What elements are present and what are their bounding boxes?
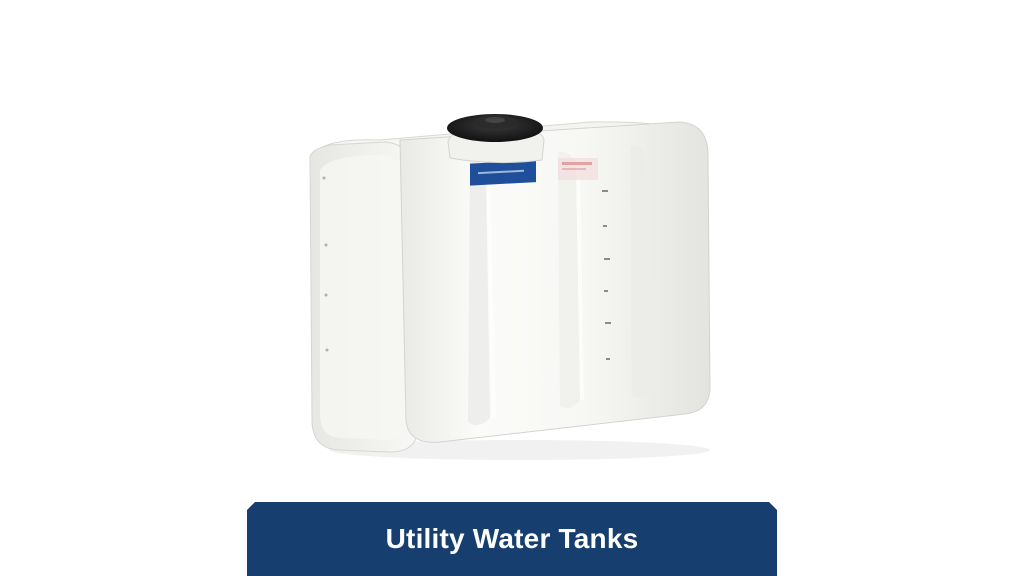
water-tank-image [309, 114, 711, 460]
product-card: Utility Water Tanks [0, 0, 1024, 576]
caption-title: Utility Water Tanks [385, 523, 639, 554]
caption-banner: Utility Water Tanks [247, 502, 777, 576]
